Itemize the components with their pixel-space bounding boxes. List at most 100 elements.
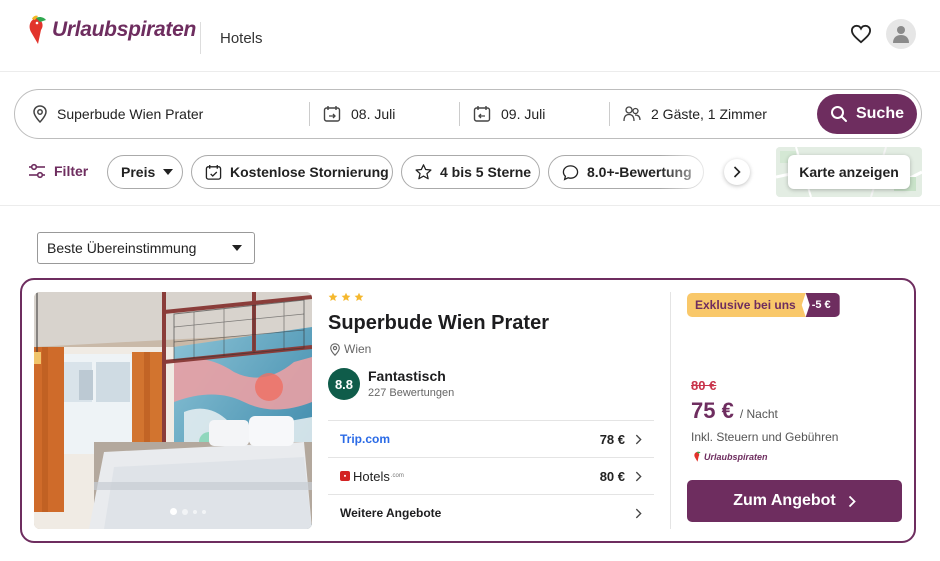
scroll-chips-right-button[interactable] bbox=[724, 159, 750, 185]
hotel-photo[interactable] bbox=[34, 292, 312, 529]
section-divider bbox=[0, 205, 940, 206]
checkout-field[interactable]: 09. Juli bbox=[473, 90, 603, 138]
sort-value: Beste Übereinstimmung bbox=[47, 240, 197, 256]
heart-icon[interactable] bbox=[850, 24, 872, 44]
exclusive-label: Exklusive bei uns bbox=[687, 293, 806, 317]
view-offer-button[interactable]: Zum Angebot bbox=[687, 480, 902, 522]
discount-label: -5 € bbox=[805, 293, 840, 317]
search-button-label: Suche bbox=[855, 105, 904, 122]
star-icon bbox=[341, 292, 351, 301]
site-header: Urlaubspiraten Hotels bbox=[0, 0, 940, 72]
calendar-check-icon bbox=[205, 164, 222, 180]
star-icon bbox=[354, 292, 364, 301]
offer-row-hotelscom[interactable]: ▪ Hotels .com 80 € bbox=[328, 457, 654, 494]
show-map-button[interactable]: Karte anzeigen bbox=[788, 155, 910, 189]
guests-value: 2 Gäste, 1 Zimmer bbox=[651, 106, 767, 122]
nav-hotels[interactable]: Hotels bbox=[220, 30, 263, 47]
more-offers-label: Weitere Angebote bbox=[340, 506, 442, 520]
location-pin-icon bbox=[33, 105, 47, 123]
chat-bubble-icon bbox=[562, 164, 579, 181]
chip-price[interactable]: Preis bbox=[107, 155, 183, 189]
offer-price: 80 € bbox=[599, 468, 625, 484]
card-divider bbox=[670, 292, 671, 529]
chip-stars[interactable]: 4 bis 5 Sterne bbox=[401, 155, 540, 189]
offer-row-tripcom[interactable]: Trip.com 78 € bbox=[328, 420, 654, 457]
chevron-right-icon bbox=[635, 434, 642, 444]
map-preview[interactable]: Karte anzeigen bbox=[776, 147, 922, 197]
search-button[interactable]: Suche bbox=[817, 94, 917, 134]
review-count: 227 Bewertungen bbox=[368, 387, 455, 399]
chip-overflow-fade bbox=[660, 150, 720, 194]
filter-label: Filter bbox=[54, 163, 89, 179]
checkin-value: 08. Juli bbox=[351, 106, 396, 122]
sliders-icon bbox=[29, 163, 45, 179]
provider-name: Hotels bbox=[353, 468, 390, 484]
chip-label: 4 bis 5 Sterne bbox=[440, 164, 532, 180]
chip-label: Preis bbox=[121, 164, 156, 180]
exclusive-badge: Exklusive bei uns -5 € bbox=[687, 293, 840, 317]
review-score-badge: 8.8 bbox=[328, 368, 360, 400]
user-avatar[interactable] bbox=[886, 19, 916, 49]
filter-button[interactable]: Filter bbox=[28, 163, 88, 179]
per-night-label: / Nacht bbox=[739, 407, 778, 421]
chip-free-cancellation[interactable]: Kostenlose Stornierung bbox=[191, 155, 393, 189]
parrot-logo-icon bbox=[29, 15, 46, 44]
brand-name: Urlaubspiraten bbox=[52, 18, 196, 41]
chevron-right-icon bbox=[635, 508, 642, 518]
sort-select[interactable]: Beste Übereinstimmung bbox=[37, 232, 255, 264]
chevron-right-icon bbox=[635, 471, 642, 481]
provider-logo-hotelscom: ▪ Hotels .com bbox=[340, 469, 600, 484]
hotelscom-logo: ▪ Hotels .com bbox=[340, 469, 404, 484]
hotelscom-bed-icon: ▪ bbox=[340, 471, 350, 481]
brand-logo[interactable]: Urlaubspiraten bbox=[26, 14, 196, 46]
more-offers-row[interactable]: Weitere Angebote bbox=[328, 494, 654, 531]
header-divider bbox=[200, 22, 201, 54]
search-divider bbox=[609, 102, 610, 126]
provider-suffix: .com bbox=[390, 473, 404, 479]
view-offer-label: Zum Angebot bbox=[733, 492, 836, 509]
search-divider bbox=[459, 102, 460, 126]
search-divider bbox=[309, 102, 310, 126]
search-icon bbox=[830, 106, 847, 122]
hotel-room-image bbox=[34, 292, 312, 529]
offer-price: 78 € bbox=[599, 431, 625, 447]
chevron-right-icon bbox=[848, 495, 856, 507]
original-price: 80 € bbox=[691, 378, 717, 393]
current-price: 75 € / Nacht bbox=[691, 398, 778, 424]
user-icon bbox=[893, 26, 909, 43]
hotel-star-rating bbox=[328, 292, 364, 302]
hotel-card[interactable]: Superbude Wien Prater Wien 8.8 Fantastis… bbox=[20, 278, 916, 543]
checkout-value: 09. Juli bbox=[501, 106, 546, 122]
location-pin-icon bbox=[330, 342, 340, 356]
search-bar: Superbude Wien Prater 08. Juli 09. Juli … bbox=[14, 89, 922, 139]
chip-label: Kostenlose Stornierung bbox=[230, 164, 389, 180]
seller-logo: Urlaubspiraten bbox=[693, 450, 768, 463]
hotel-name[interactable]: Superbude Wien Prater bbox=[328, 312, 549, 335]
price-value: 75 € bbox=[691, 398, 734, 423]
destination-value: Superbude Wien Prater bbox=[57, 106, 204, 122]
rating-label: Fantastisch bbox=[368, 368, 446, 384]
caret-down-icon bbox=[163, 169, 174, 175]
guests-field[interactable]: 2 Gäste, 1 Zimmer bbox=[623, 90, 813, 138]
star-outline-icon bbox=[415, 164, 432, 180]
gallery-dot[interactable] bbox=[170, 508, 177, 515]
gallery-dot[interactable] bbox=[202, 509, 206, 514]
tax-note: Inkl. Steuern und Gebühren bbox=[691, 430, 839, 444]
provider-logo-tripcom: Trip.com bbox=[340, 432, 600, 446]
gallery-dots[interactable] bbox=[170, 508, 206, 515]
hotel-location: Wien bbox=[330, 342, 371, 356]
seller-name: Urlaubspiraten bbox=[704, 451, 768, 462]
provider-name: Trip.com bbox=[340, 432, 391, 446]
parrot-logo-icon bbox=[694, 451, 701, 462]
calendar-checkout-icon bbox=[473, 106, 491, 122]
chevron-right-icon bbox=[733, 166, 741, 178]
checkin-field[interactable]: 08. Juli bbox=[323, 90, 453, 138]
star-icon bbox=[328, 292, 338, 301]
caret-down-icon bbox=[232, 245, 242, 251]
guests-icon bbox=[623, 106, 641, 122]
gallery-dot[interactable] bbox=[193, 509, 197, 514]
destination-field[interactable]: Superbude Wien Prater bbox=[33, 90, 305, 138]
calendar-checkin-icon bbox=[323, 106, 341, 122]
gallery-dot[interactable] bbox=[182, 508, 188, 515]
hotel-city: Wien bbox=[344, 342, 372, 356]
